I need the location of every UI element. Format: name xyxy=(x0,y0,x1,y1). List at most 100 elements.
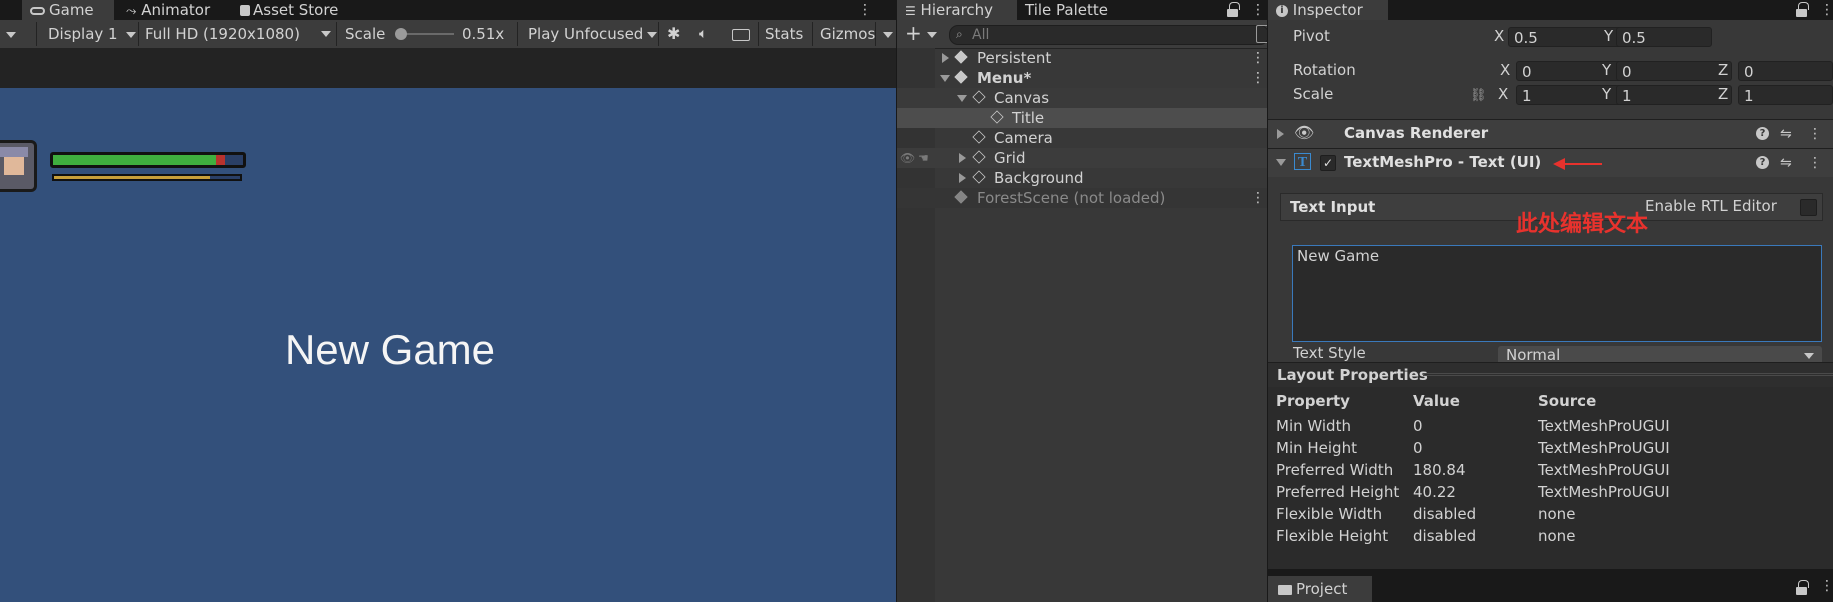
rotation-z-field[interactable]: 0 xyxy=(1738,61,1833,81)
hierarchy-item-forestscene[interactable]: ForestScene (not loaded) ⋮ xyxy=(897,188,1267,208)
scale-y-axis: Y xyxy=(1602,85,1612,103)
tab-project-label: Project xyxy=(1296,580,1348,598)
scale-z-field[interactable]: 1 xyxy=(1738,85,1833,105)
tab-project[interactable]: Project xyxy=(1268,576,1372,602)
tab-hierarchy[interactable]: ☰ Hierarchy xyxy=(897,0,1017,20)
layout-row-property: Min Height xyxy=(1276,439,1357,457)
hierarchy-item-menu[interactable]: Menu* ⋮ xyxy=(897,68,1267,88)
chevron-down-icon xyxy=(1804,353,1814,359)
gameobject-icon xyxy=(990,110,1004,124)
hierarchy-item-canvas[interactable]: Canvas xyxy=(897,88,1267,108)
layout-row-value: 0 xyxy=(1413,417,1423,435)
hierarchy-item-label: Background xyxy=(994,169,1084,187)
drag-handle[interactable] xyxy=(1423,373,1833,376)
expand-arrow-icon[interactable] xyxy=(1277,129,1284,139)
item-menu-icon[interactable]: ⋮ xyxy=(1251,48,1265,68)
pivot-y-field[interactable]: 0.5 xyxy=(1616,27,1712,47)
collapse-arrow-icon[interactable] xyxy=(940,75,950,82)
layout-row-property: Preferred Width xyxy=(1276,461,1394,479)
item-menu-icon[interactable]: ⋮ xyxy=(1251,188,1265,208)
chevron-down-icon xyxy=(321,31,331,37)
display-dropdown[interactable]: Display 1 xyxy=(48,20,137,48)
text-input-area[interactable]: New Game xyxy=(1292,245,1822,342)
tab-hierarchy-label: Hierarchy xyxy=(920,1,994,19)
pick-hand-icon[interactable]: ☚ xyxy=(918,148,929,168)
add-icon[interactable]: + xyxy=(905,22,922,44)
health-bar-fill xyxy=(53,155,216,165)
audio-icon[interactable]: 🔈︎ xyxy=(699,20,707,48)
textmeshpro-header[interactable]: T ✓ TextMeshPro - Text (UI) ? ⇋ ⋮ xyxy=(1268,148,1833,177)
column-header-value: Value xyxy=(1413,392,1460,410)
scale-z-axis: Z xyxy=(1718,85,1729,103)
layout-properties-header[interactable]: Layout Properties xyxy=(1268,362,1833,388)
chevron-down-icon[interactable] xyxy=(927,32,937,38)
component-menu-icon[interactable]: ⋮ xyxy=(1808,155,1822,171)
text-style-label: Text Style xyxy=(1293,344,1366,362)
enable-rtl-checkbox[interactable] xyxy=(1800,199,1817,216)
component-menu-icon[interactable]: ⋮ xyxy=(1808,126,1822,142)
enable-rtl-label: Enable RTL Editor xyxy=(1645,197,1777,215)
layout-row-source: TextMeshProUGUI xyxy=(1538,439,1670,457)
chevron-down-icon xyxy=(647,31,658,38)
text-style-dropdown[interactable]: Normal xyxy=(1498,346,1822,364)
tab-game[interactable]: Game xyxy=(22,0,114,20)
lock-icon[interactable] xyxy=(1227,2,1240,17)
tab-animator[interactable]: ⤳ Animator xyxy=(118,0,218,20)
hierarchy-tabbar: ☰ Hierarchy Tile Palette ⋮ xyxy=(897,0,1267,20)
gameobject-icon xyxy=(972,90,986,104)
hierarchy-search-input[interactable]: ⌕ All xyxy=(949,25,1274,45)
info-icon: i xyxy=(1276,4,1288,17)
hierarchy-item-title[interactable]: Title xyxy=(897,108,1267,128)
stats-button[interactable]: Stats xyxy=(765,20,803,48)
canvas-renderer-header[interactable]: 👁︎ Canvas Renderer ? ⇋ ⋮ xyxy=(1268,119,1833,148)
gameobject-icon xyxy=(972,170,986,184)
help-icon[interactable]: ? xyxy=(1756,156,1769,169)
game-panel-menu-icon[interactable]: ⋮ xyxy=(858,1,872,19)
project-menu-icon[interactable]: ⋮ xyxy=(1820,577,1833,595)
bug-icon[interactable]: ✱ xyxy=(667,20,680,48)
toolbar-left-dropdown[interactable] xyxy=(2,20,16,48)
lock-icon[interactable] xyxy=(1796,580,1809,595)
expand-arrow-icon[interactable] xyxy=(942,53,949,63)
layout-row-value: disabled xyxy=(1413,505,1477,523)
gizmos-button[interactable]: Gizmos xyxy=(820,20,875,48)
unlinked-chain-icon[interactable]: ⛓︎ xyxy=(1470,88,1487,103)
enabled-checkbox[interactable]: ✓ xyxy=(1320,155,1336,171)
hierarchy-menu-icon[interactable]: ⋮ xyxy=(1251,1,1265,19)
tab-inspector[interactable]: i Inspector xyxy=(1268,0,1388,20)
eye-icon[interactable]: 👁︎ xyxy=(900,148,915,168)
hierarchy-item-camera[interactable]: Camera xyxy=(897,128,1267,148)
tab-asset-store[interactable]: Asset Store xyxy=(232,0,346,20)
expand-arrow-icon[interactable] xyxy=(959,153,966,163)
resolution-label: Full HD (1920x1080) xyxy=(145,25,300,43)
item-menu-icon[interactable]: ⋮ xyxy=(1251,68,1265,88)
layout-row-property: Min Width xyxy=(1276,417,1351,435)
scale-y-field[interactable]: 1 xyxy=(1616,85,1732,105)
inspector-menu-icon[interactable]: ⋮ xyxy=(1820,1,1833,19)
resolution-dropdown[interactable]: Full HD (1920x1080) xyxy=(145,20,331,48)
game-viewport[interactable]: New Game xyxy=(0,88,896,602)
scene-icon xyxy=(954,50,968,64)
game-title-text[interactable]: New Game xyxy=(0,326,780,374)
play-mode-label: Play Unfocused xyxy=(528,25,644,43)
gizmos-dropdown[interactable] xyxy=(879,20,893,48)
layout-properties-table: Property Value Source Min Width 0 TextMe… xyxy=(1268,387,1833,569)
expand-arrow-icon[interactable] xyxy=(959,173,966,183)
gamepad-icon xyxy=(30,6,45,15)
preset-sliders-icon[interactable]: ⇋ xyxy=(1780,155,1792,171)
keyboard-icon[interactable] xyxy=(732,20,750,48)
collapse-arrow-icon[interactable] xyxy=(957,95,967,102)
game-tabbar: Game ⤳ Animator Asset Store ⋮ xyxy=(0,0,896,20)
hierarchy-item-background[interactable]: Background xyxy=(897,168,1267,188)
lock-icon[interactable] xyxy=(1796,2,1809,17)
help-icon[interactable]: ? xyxy=(1756,127,1769,140)
hierarchy-item-grid[interactable]: 👁︎ ☚ Grid xyxy=(897,148,1267,168)
scale-slider-track[interactable] xyxy=(395,28,454,40)
hierarchy-item-persistent[interactable]: Persistent ⋮ xyxy=(897,48,1267,68)
scale-slider-handle[interactable] xyxy=(395,28,407,40)
collapse-arrow-icon[interactable] xyxy=(1276,159,1286,166)
rotation-y-field[interactable]: 0 xyxy=(1616,61,1732,81)
tab-tile-palette[interactable]: Tile Palette xyxy=(1017,0,1116,20)
play-mode-dropdown[interactable]: Play Unfocused xyxy=(528,20,658,48)
preset-sliders-icon[interactable]: ⇋ xyxy=(1780,126,1792,142)
